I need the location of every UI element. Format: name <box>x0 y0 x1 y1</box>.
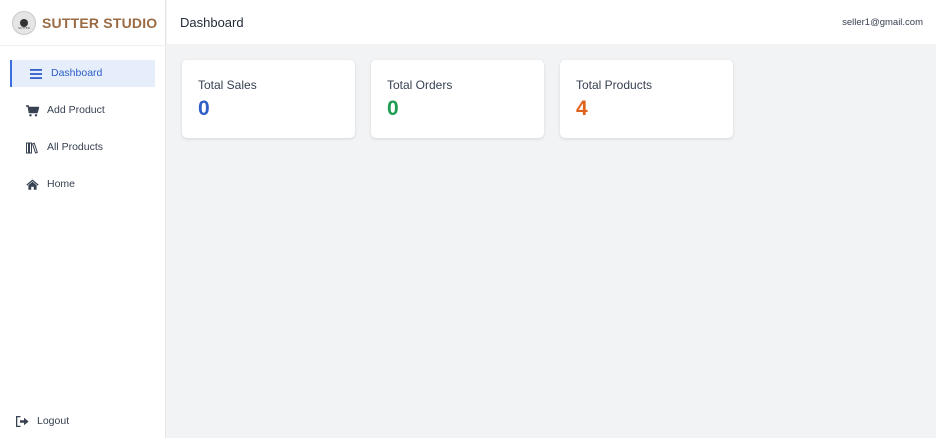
brand-logo: SUTTER <box>12 10 36 35</box>
stats-cards: Total Sales 0 Total Orders 0 Total Produ… <box>182 60 733 138</box>
user-email: seller1@gmail.com <box>842 16 923 28</box>
sidebar: SUTTER SUTTER STUDIO Dashboard Add Produ… <box>0 0 166 438</box>
cart-icon <box>25 104 39 118</box>
stat-card-title: Total Products <box>576 78 653 92</box>
sidebar-nav: Dashboard Add Product All Products Home <box>0 60 165 198</box>
stat-card-value: 4 <box>576 97 588 120</box>
top-header: Dashboard seller1@gmail.com <box>167 0 936 44</box>
stat-card-total-orders: Total Orders 0 <box>371 60 544 138</box>
stat-card-total-sales: Total Sales 0 <box>182 60 355 138</box>
page-title: Dashboard <box>180 14 244 30</box>
stat-card-title: Total Orders <box>387 78 453 92</box>
sidebar-item-label: All Products <box>47 141 104 154</box>
sidebar-item-home[interactable]: Home <box>10 171 155 198</box>
sidebar-item-dashboard[interactable]: Dashboard <box>10 60 155 87</box>
stat-card-title: Total Sales <box>198 78 257 92</box>
sidebar-item-label: Home <box>47 178 76 191</box>
stat-card-total-products: Total Products 4 <box>560 60 733 138</box>
sidebar-item-label: Dashboard <box>51 67 103 80</box>
books-icon <box>25 141 39 155</box>
menu-icon <box>29 67 43 81</box>
stat-card-value: 0 <box>198 97 210 120</box>
brand-name: SUTTER STUDIO <box>42 14 158 31</box>
brand[interactable]: SUTTER SUTTER STUDIO <box>0 0 165 46</box>
sidebar-item-all-products[interactable]: All Products <box>10 134 155 161</box>
stat-card-value: 0 <box>387 97 399 120</box>
sidebar-item-add-product[interactable]: Add Product <box>10 97 155 124</box>
sidebar-item-label: Add Product <box>47 104 105 117</box>
logout-button[interactable]: Logout <box>15 414 69 428</box>
logout-label: Logout <box>37 415 70 427</box>
logout-icon <box>15 414 29 428</box>
home-icon <box>25 178 39 192</box>
